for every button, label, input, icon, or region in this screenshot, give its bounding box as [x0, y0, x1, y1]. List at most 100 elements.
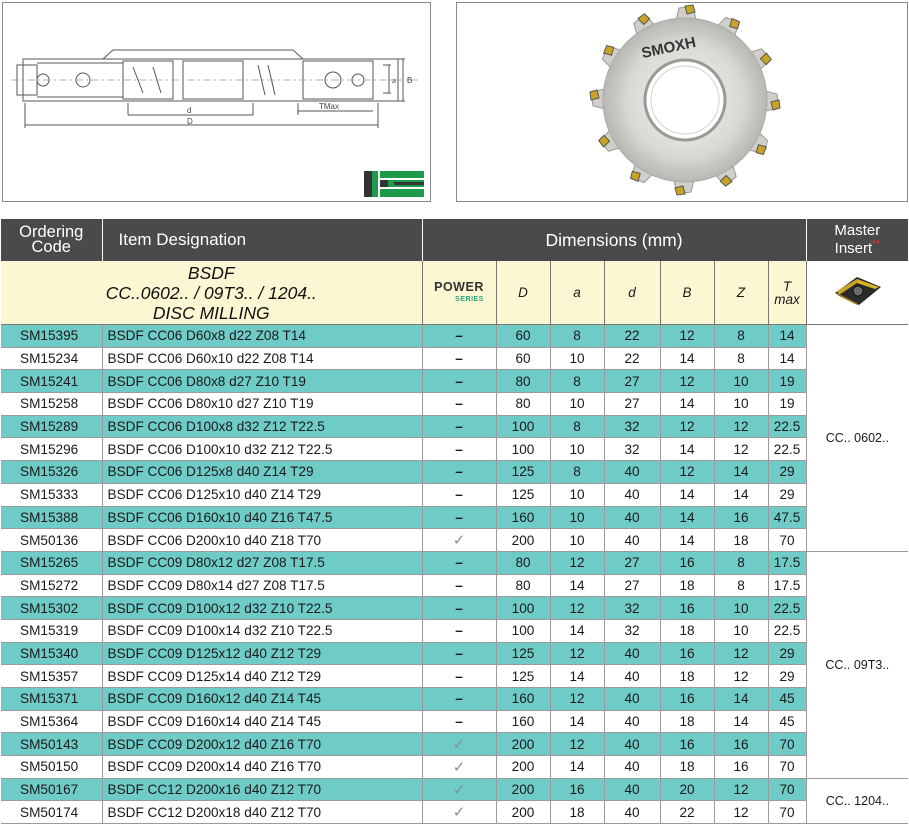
- dash-icon: –: [455, 623, 463, 639]
- ordering-code-cell: SM15241: [1, 369, 103, 394]
- tmax-cell: 70: [768, 778, 807, 802]
- d-cell: 27: [604, 551, 661, 575]
- ordering-code-header: Ordering Code: [1, 219, 103, 261]
- table-body: SM15395 BSDF CC06 D60x8 d22 Z08 T14 – 60 8 22…: [1, 324, 909, 824]
- ordering-code-cell: SM15395: [1, 324, 103, 348]
- check-icon: ✓: [452, 532, 466, 550]
- ordering-code-header-line2: Code: [31, 238, 71, 256]
- power-series-cell: –: [422, 619, 497, 643]
- tmax-cell: 22.5: [768, 437, 807, 462]
- tmax-cell: 29: [768, 460, 807, 484]
- brand-logo-icon: [364, 171, 424, 197]
- a-cell: 8: [550, 369, 605, 394]
- item-designation-cell: BSDF CC09 D200x14 d40 Z16 T70: [102, 755, 423, 779]
- tmax-cell: 29: [768, 664, 807, 688]
- dim-d-label: d: [187, 106, 191, 115]
- table-row: SM15326 BSDF CC06 D125x8 d40 Z14 T29 – 125 8…: [1, 460, 908, 484]
- col-D: D: [496, 261, 551, 325]
- dash-icon: –: [455, 600, 463, 616]
- power-series-cell: –: [422, 710, 497, 734]
- table-row: SM15241 BSDF CC06 D80x8 d27 Z10 T19 – 80 8 27…: [1, 369, 908, 394]
- table-row: SM50136 BSDF CC06 D200x10 d40 Z18 T70 ✓ 200…: [1, 528, 908, 552]
- B-cell: 20: [660, 778, 715, 802]
- col-a: a: [550, 261, 605, 325]
- B-cell: 16: [660, 642, 715, 666]
- table-row: SM15265 BSDF CC09 D80x12 d27 Z08 T17.5 – 80…: [1, 551, 909, 779]
- tmax-cell: 70: [768, 732, 807, 757]
- a-cell: 12: [550, 642, 605, 666]
- disc-cutter-icon: SMOXH: [589, 4, 781, 196]
- Z-cell: 8: [714, 551, 769, 575]
- Z-cell: 12: [714, 778, 769, 802]
- ordering-code-cell: SM15296: [1, 437, 103, 462]
- item-designation-cell: BSDF CC06 D200x10 d40 Z18 T70: [102, 528, 423, 552]
- a-cell: 12: [550, 551, 605, 575]
- a-cell: 10: [550, 392, 605, 416]
- d-cell: 40: [604, 483, 661, 507]
- B-cell: 18: [660, 755, 715, 779]
- item-designation-cell: BSDF CC06 D100x10 d32 Z12 T22.5: [102, 437, 423, 462]
- item-designation-cell: BSDF CC09 D100x12 d32 Z10 T22.5: [102, 596, 423, 620]
- Z-cell: 12: [714, 642, 769, 666]
- dash-icon: –: [455, 373, 463, 389]
- dash-icon: –: [455, 351, 463, 367]
- item-designation-cell: BSDF CC06 D80x8 d27 Z10 T19: [102, 369, 423, 394]
- power-series-cell: –: [422, 687, 497, 711]
- dash-icon: –: [455, 668, 463, 684]
- dash-icon: –: [455, 509, 463, 525]
- power-series-cell: –: [422, 551, 497, 575]
- table-row: SM15234 BSDF CC06 D60x10 d22 Z08 T14 – 60 10…: [1, 347, 908, 371]
- dim-tmax-label: TMax: [319, 102, 339, 111]
- item-designation-cell: BSDF CC06 D60x8 d22 Z08 T14: [102, 324, 423, 348]
- table-row: SM15364 BSDF CC09 D160x14 d40 Z14 T45 – 160…: [1, 710, 908, 734]
- table-row: SM15319 BSDF CC09 D100x14 d32 Z10 T22.5 – 1…: [1, 619, 908, 643]
- power-series-cell: –: [422, 369, 497, 394]
- col-d: d: [604, 261, 661, 325]
- d-cell: 27: [604, 392, 661, 416]
- d-cell: 40: [604, 710, 661, 734]
- d-cell: 40: [604, 528, 661, 552]
- dash-icon: –: [455, 487, 463, 503]
- D-cell: 200: [496, 755, 551, 779]
- item-designation-cell: BSDF CC09 D100x14 d32 Z10 T22.5: [102, 619, 423, 643]
- table-row: SM50143 BSDF CC09 D200x12 d40 Z16 T70 ✓ 200…: [1, 732, 908, 757]
- item-designation-cell: BSDF CC06 D80x10 d27 Z10 T19: [102, 392, 423, 416]
- power-series-cell: ✓: [422, 778, 497, 802]
- dim-D-label: D: [187, 117, 193, 126]
- check-icon: ✓: [452, 804, 466, 822]
- power-series-cell: –: [422, 664, 497, 688]
- tmax-cell: 29: [768, 642, 807, 666]
- ordering-code-cell: SM50167: [1, 778, 103, 802]
- item-designation-header: Item Designation: [102, 219, 423, 261]
- table-row: SM15333 BSDF CC06 D125x10 d40 Z14 T29 – 125…: [1, 483, 908, 507]
- power-series-cell: ✓: [422, 755, 497, 779]
- a-cell: 12: [550, 596, 605, 620]
- master-insert-group-label: CC.. 1204..: [806, 778, 909, 824]
- D-cell: 200: [496, 778, 551, 802]
- table-row: SM15371 BSDF CC09 D160x12 d40 Z14 T45 – 160…: [1, 687, 908, 711]
- a-cell: 16: [550, 778, 605, 802]
- ordering-code-cell: SM15340: [1, 642, 103, 666]
- technical-drawing: d D TMax B a: [2, 2, 431, 202]
- tmax-cell: 70: [768, 800, 807, 824]
- B-cell: 12: [660, 369, 715, 394]
- item-designation-cell: BSDF CC09 D125x12 d40 Z12 T29: [102, 642, 423, 666]
- col-B: B: [660, 261, 715, 325]
- B-cell: 16: [660, 732, 715, 757]
- D-cell: 60: [496, 324, 551, 348]
- tmax-cell: 14: [768, 347, 807, 371]
- d-cell: 27: [604, 369, 661, 394]
- Z-cell: 14: [714, 483, 769, 507]
- D-cell: 100: [496, 415, 551, 439]
- table-row: SM15272 BSDF CC09 D80x14 d27 Z08 T17.5 – 80…: [1, 574, 908, 598]
- d-cell: 40: [604, 778, 661, 802]
- ordering-code-cell: SM50174: [1, 800, 103, 824]
- Z-cell: 8: [714, 574, 769, 598]
- stars-marker: **: [872, 239, 880, 250]
- product-table: Ordering Code Item Designation Dimension…: [1, 219, 909, 824]
- table-row: SM15388 BSDF CC06 D160x10 d40 Z16 T47.5 – 1…: [1, 506, 908, 530]
- Z-cell: 8: [714, 347, 769, 371]
- power-series-cell: –: [422, 596, 497, 620]
- table-row: SM50174 BSDF CC12 D200x18 d40 Z12 T70 ✓ 200…: [1, 800, 908, 824]
- B-cell: 12: [660, 460, 715, 484]
